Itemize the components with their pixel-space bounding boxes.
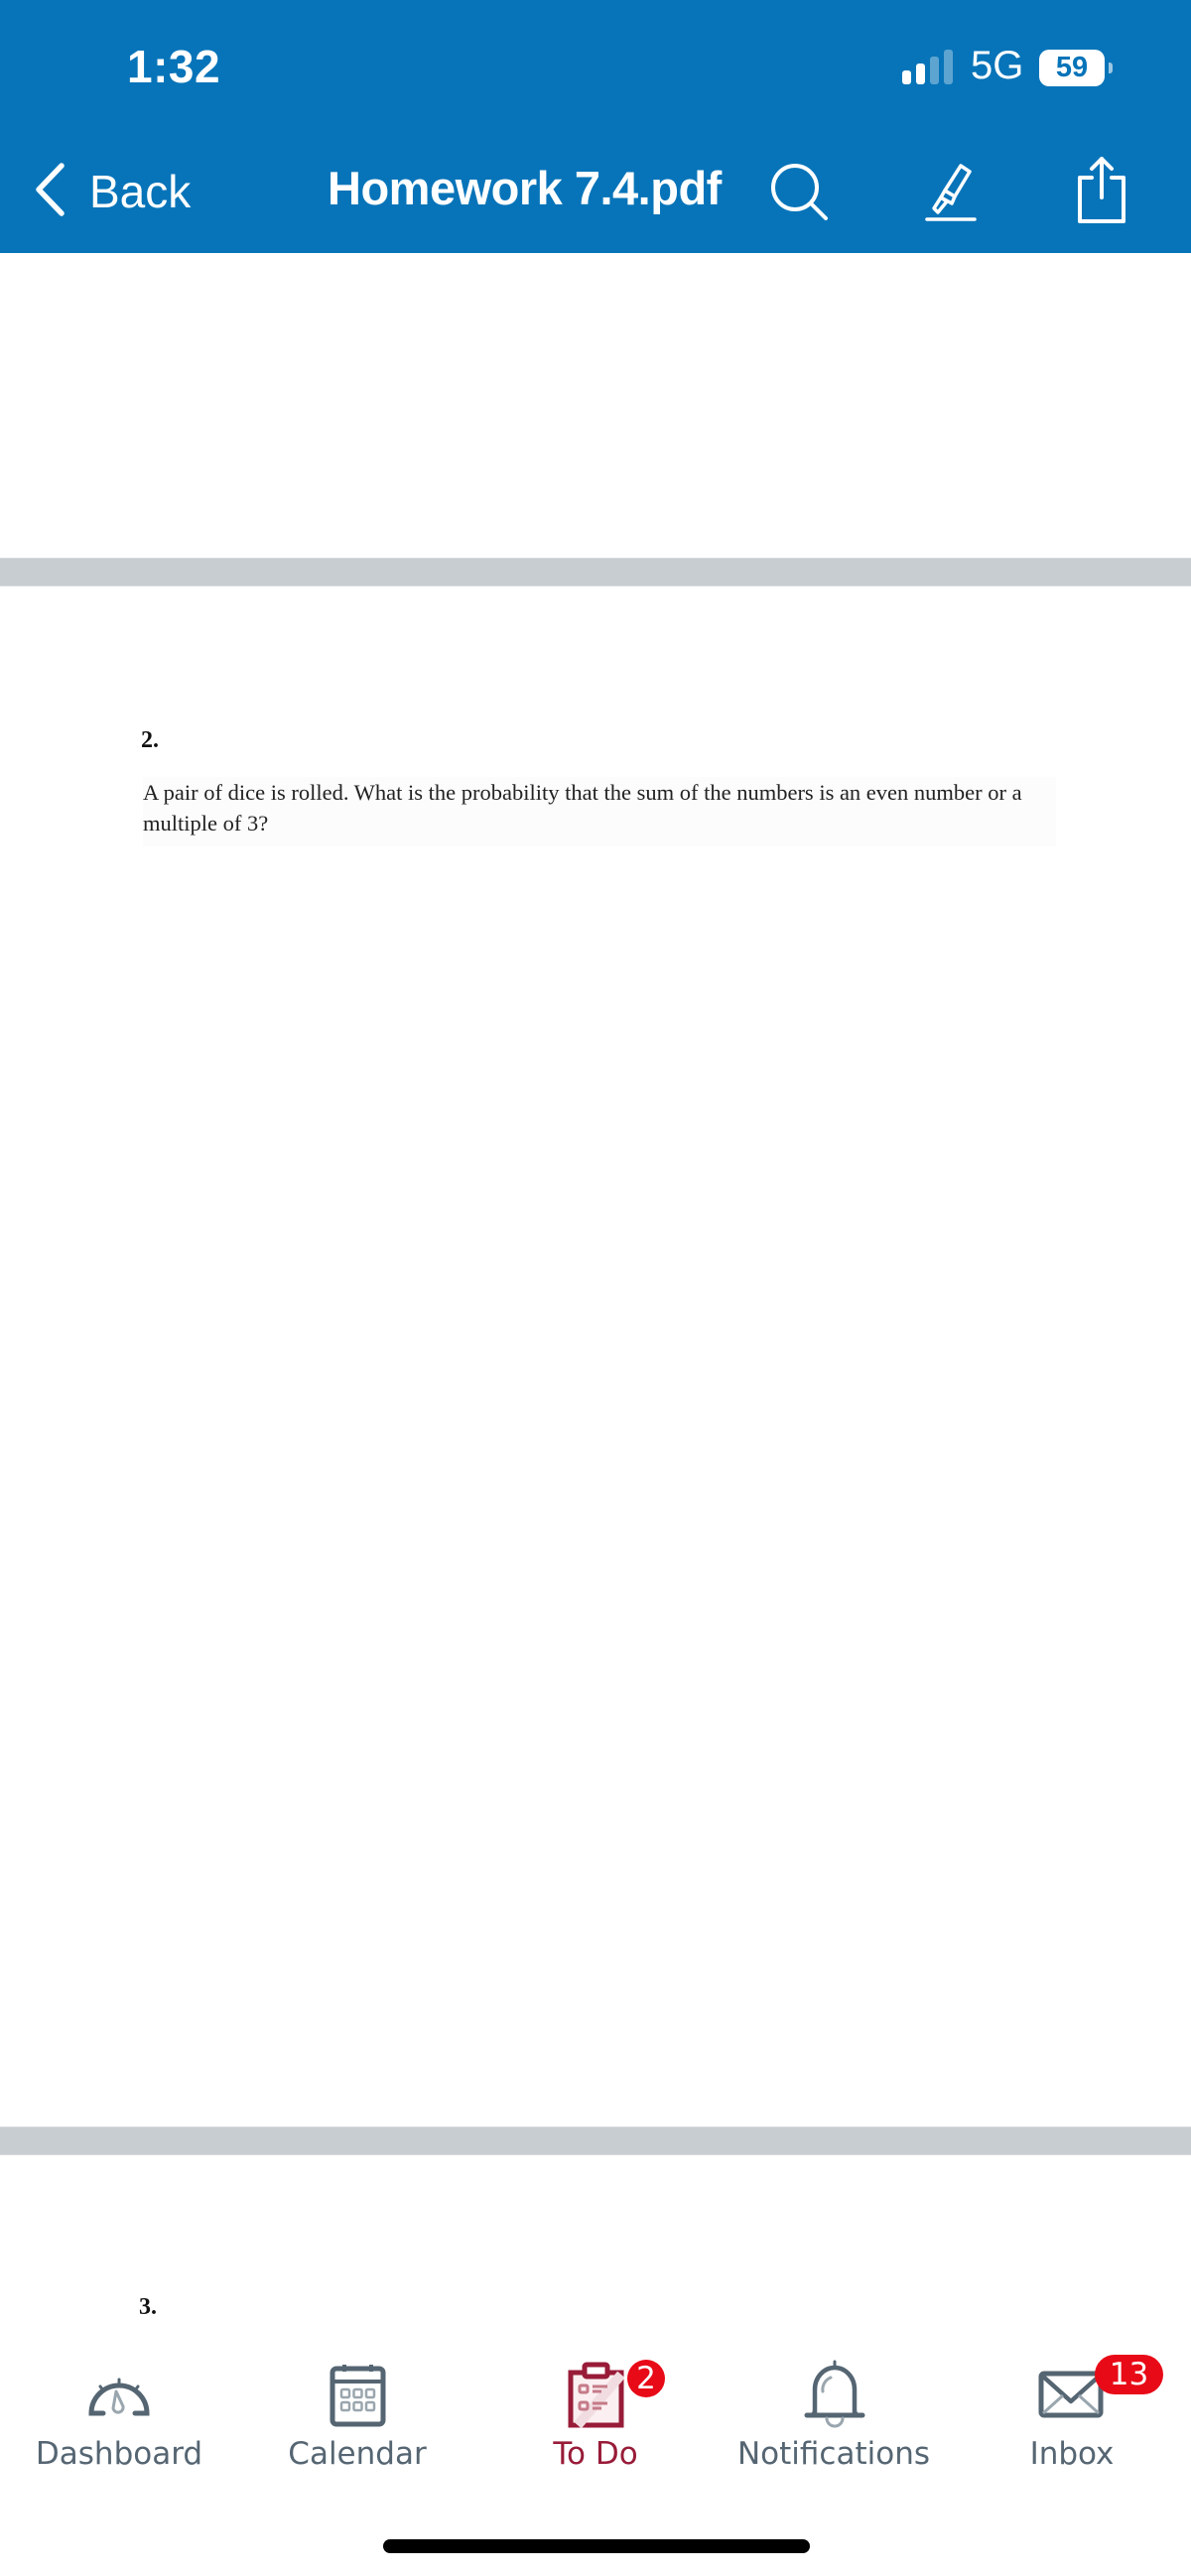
envelope-icon <box>1038 2371 1104 2418</box>
question-number: 2. <box>141 727 159 753</box>
question-text: A pair of dice is rolled. What is the pr… <box>143 777 1056 846</box>
highlighter-icon[interactable] <box>923 161 981 222</box>
dashboard-gauge-icon <box>85 2370 153 2417</box>
todo-count-badge: 2 <box>627 2360 665 2397</box>
inbox-count-badge: 13 <box>1095 2355 1163 2394</box>
battery-icon: 59 <box>1039 50 1105 86</box>
home-indicator[interactable] <box>383 2539 810 2553</box>
calendar-icon <box>330 2363 386 2427</box>
status-time: 1:32 <box>127 41 221 92</box>
share-icon[interactable] <box>1072 154 1131 225</box>
tab-inbox[interactable]: 13 Inbox <box>953 2337 1191 2506</box>
tab-label: Calendar <box>288 2436 427 2472</box>
page-separator <box>0 2126 1191 2155</box>
question-number: 3. <box>139 2294 157 2320</box>
document-title: Homework 7.4.pdf <box>328 162 722 214</box>
tab-calendar[interactable]: Calendar <box>238 2337 476 2506</box>
pdf-page-3 <box>0 2155 1191 2337</box>
app-header: 1:32 5G 59 Back Homework 7.4.pdf <box>0 0 1191 253</box>
tab-todo[interactable]: 2 To Do <box>476 2337 715 2506</box>
search-icon[interactable] <box>768 161 832 222</box>
back-label: Back <box>89 166 192 217</box>
tab-label: Dashboard <box>35 2436 203 2472</box>
tab-notifications[interactable]: Notifications <box>715 2337 953 2506</box>
chevron-left-icon <box>30 160 69 224</box>
todo-clipboard-icon <box>568 2361 624 2428</box>
bell-icon <box>804 2360 865 2430</box>
tab-dashboard[interactable]: Dashboard <box>0 2337 238 2506</box>
back-button[interactable]: Back <box>30 159 191 224</box>
tab-label: To Do <box>553 2436 638 2472</box>
tab-label: Inbox <box>1029 2436 1115 2472</box>
pdf-page-1 <box>0 253 1191 558</box>
network-type: 5G <box>971 44 1024 87</box>
page-separator <box>0 558 1191 586</box>
signal-strength-icon <box>902 50 954 84</box>
tab-label: Notifications <box>736 2436 931 2472</box>
battery-tip <box>1109 63 1113 73</box>
